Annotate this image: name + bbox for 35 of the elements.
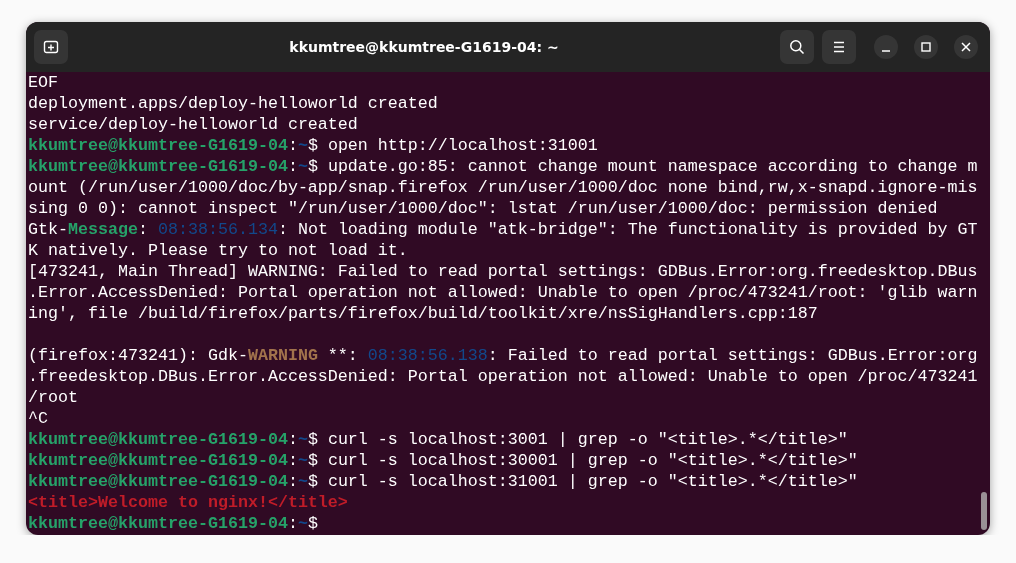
terminal-line: kkumtree@kkumtree-G1619-04:~$ update.go:85: cannot change mount namespace according to change m <box>28 156 978 177</box>
terminal-line: .Error.AccessDenied: Portal operation not allowed: Unable to open /proc/473241/root: 'glib warn <box>28 282 978 303</box>
terminal-line: Gtk-Message: 08:38:56.134: Not loading module "atk-bridge": The functionality is provided by GT <box>28 219 978 240</box>
maximize-icon <box>921 42 931 52</box>
terminal-line: kkumtree@kkumtree-G1619-04:~$ open http://localhost:31001 <box>28 135 598 156</box>
new-tab-icon <box>43 39 59 55</box>
search-button[interactable] <box>780 30 814 64</box>
terminal-line: kkumtree@kkumtree-G1619-04:~$ <box>28 513 318 534</box>
scrollbar[interactable] <box>981 492 987 530</box>
terminal-line: kkumtree@kkumtree-G1619-04:~$ curl -s localhost:30001 | grep -o "<title>.*</title>" <box>28 450 858 471</box>
terminal-line: deployment.apps/deploy-helloworld created <box>28 93 438 114</box>
close-button[interactable] <box>954 35 978 59</box>
terminal-line: [473241, Main Thread] WARNING: Failed to read portal settings: GDBus.Error:org.freedesktop.DBus <box>28 261 978 282</box>
minimize-icon <box>881 50 891 52</box>
terminal-line: kkumtree@kkumtree-G1619-04:~$ curl -s localhost:3001 | grep -o "<title>.*</title>" <box>28 429 848 450</box>
terminal-line: ount (/run/user/1000/doc/by-app/snap.firefox /run/user/1000/doc none bind,rw,x-snapd.ignore-mis <box>28 177 978 198</box>
menu-button[interactable] <box>822 30 856 64</box>
window-title: kkumtree@kkumtree-G1619-04: ~ <box>288 39 560 55</box>
menu-icon <box>832 41 846 53</box>
terminal-line: .freedesktop.DBus.Error.AccessDenied: Portal operation not allowed: Unable to open /proc/473241 <box>28 366 978 387</box>
terminal-line: service/deploy-helloworld created <box>28 114 358 135</box>
terminal-line: kkumtree@kkumtree-G1619-04:~$ curl -s localhost:31001 | grep -o "<title>.*</title>" <box>28 471 858 492</box>
terminal-line: ^C <box>28 408 48 429</box>
terminal-line: <title>Welcome to nginx!</title> <box>28 492 348 513</box>
search-icon <box>789 39 805 55</box>
minimize-button[interactable] <box>874 35 898 59</box>
new-tab-button[interactable] <box>34 30 68 64</box>
terminal-line: K natively. Please try to not load it. <box>28 240 408 261</box>
terminal-line: (firefox:473241): Gdk-WARNING **: 08:38:56.138: Failed to read portal settings: GDBus.Error:org <box>28 345 978 366</box>
terminal-line: ing', file /build/firefox/parts/firefox/build/toolkit/xre/nsSigHandlers.cpp:187 <box>28 303 818 324</box>
close-icon <box>961 42 971 52</box>
terminal-line: sing 0 0): cannot inspect "/run/user/1000/doc": lstat /run/user/1000/doc: permission denied <box>28 198 938 219</box>
terminal-line: /root <box>28 387 78 408</box>
terminal-line: EOF <box>28 72 58 93</box>
maximize-button[interactable] <box>914 35 938 59</box>
